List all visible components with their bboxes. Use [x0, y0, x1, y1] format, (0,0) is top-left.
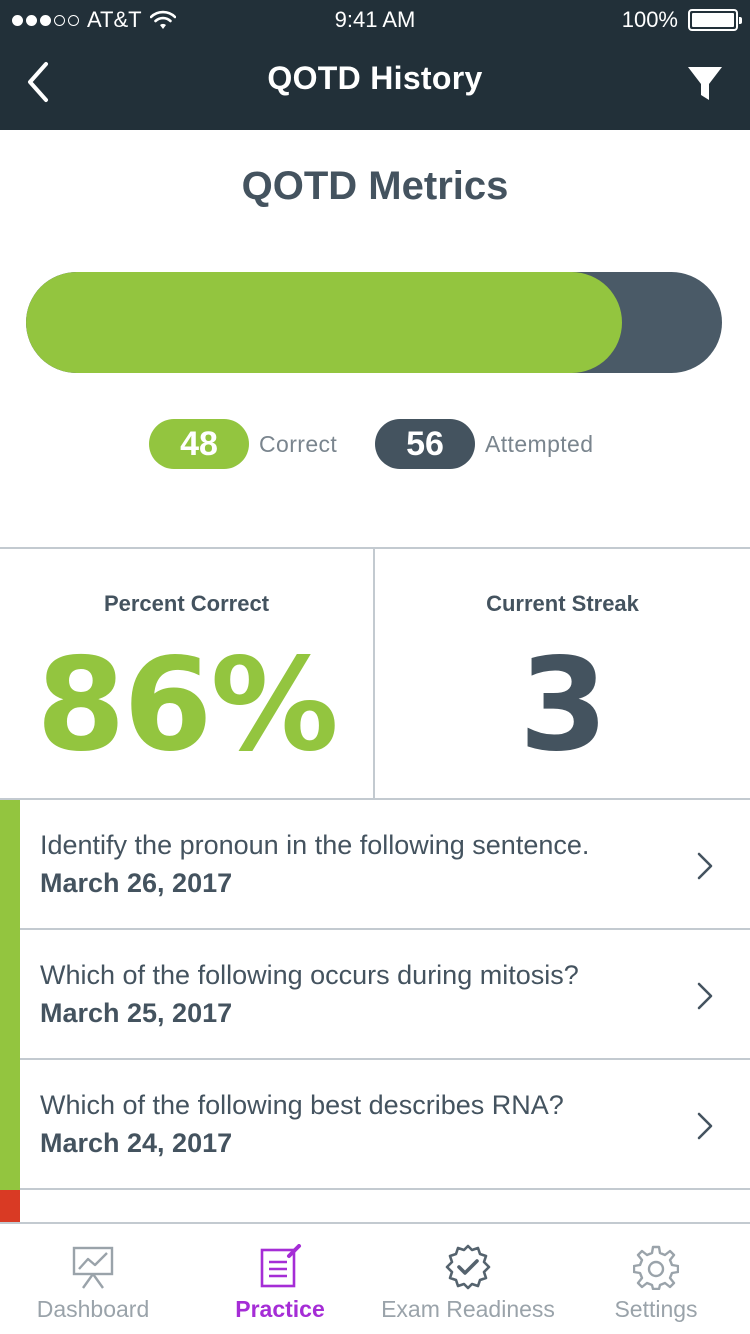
page-title: QOTD History: [267, 60, 483, 96]
tab-bar: Dashboard Practice Exam Readiness Settin…: [0, 1222, 750, 1334]
question-date: March 24, 2017: [40, 1128, 233, 1158]
chevron-right-icon: [697, 982, 713, 1010]
question-text: Which of the following best describes RN…: [40, 1090, 564, 1120]
current-streak-value: 3: [518, 631, 608, 780]
chevron-right-icon: [697, 852, 713, 880]
battery-percent: 100%: [621, 7, 678, 32]
navigation-bar: AT&T 9:41 AM 100% QOTD History: [0, 0, 750, 130]
gear-icon: [633, 1245, 679, 1290]
tab-settings[interactable]: Settings: [562, 1224, 750, 1334]
question-row[interactable]: [0, 1190, 750, 1222]
question-row[interactable]: Which of the following occurs during mit…: [0, 930, 750, 1060]
question-row[interactable]: Identify the pronoun in the following se…: [0, 800, 750, 930]
dashboard-chart-icon: [72, 1246, 114, 1289]
correct-progress-fill: [26, 272, 623, 373]
status-right: 100%: [621, 7, 742, 33]
tab-label: Exam Readiness: [381, 1296, 555, 1322]
tab-dashboard[interactable]: Dashboard: [0, 1224, 186, 1334]
result-indicator: [0, 1190, 20, 1222]
percent-correct-value: 86%: [36, 631, 338, 780]
current-streak-label: Current Streak: [486, 591, 639, 616]
chevron-right-icon: [697, 1112, 713, 1140]
battery-icon: [688, 9, 742, 31]
question-text: Which of the following occurs during mit…: [40, 960, 579, 990]
attempted-label: Attempted: [485, 431, 594, 457]
result-indicator: [0, 1060, 20, 1190]
tab-label: Practice: [235, 1296, 325, 1322]
question-row[interactable]: Which of the following best describes RN…: [0, 1060, 750, 1190]
question-date: March 26, 2017: [40, 868, 233, 898]
filter-button[interactable]: [686, 64, 724, 104]
question-text: Identify the pronoun in the following se…: [40, 830, 590, 860]
stats-panel: Percent Correct 86% Current Streak 3: [0, 547, 750, 800]
status-bar: AT&T 9:41 AM 100%: [0, 0, 750, 40]
correct-count-badge: 48: [149, 419, 249, 469]
metrics-legend: 48 Correct 56 Attempted: [0, 419, 750, 469]
practice-notepad-icon: [260, 1244, 301, 1288]
attempted-count-badge: 56: [375, 419, 475, 469]
tab-exam-readiness[interactable]: Exam Readiness: [374, 1224, 562, 1334]
correct-label: Correct: [259, 431, 338, 457]
result-indicator: [0, 930, 20, 1060]
question-history-list: Identify the pronoun in the following se…: [0, 800, 750, 1222]
correct-progress-bar: [26, 272, 722, 373]
result-indicator: [0, 800, 20, 930]
percent-correct-label: Percent Correct: [103, 591, 270, 616]
metrics-title: QOTD Metrics: [241, 164, 509, 208]
filter-icon: [688, 67, 722, 100]
tab-practice[interactable]: Practice: [186, 1224, 374, 1334]
exam-readiness-badge-icon: [445, 1244, 491, 1290]
question-date: March 25, 2017: [40, 998, 233, 1028]
tab-label: Settings: [614, 1296, 698, 1322]
tab-label: Dashboard: [36, 1296, 150, 1322]
